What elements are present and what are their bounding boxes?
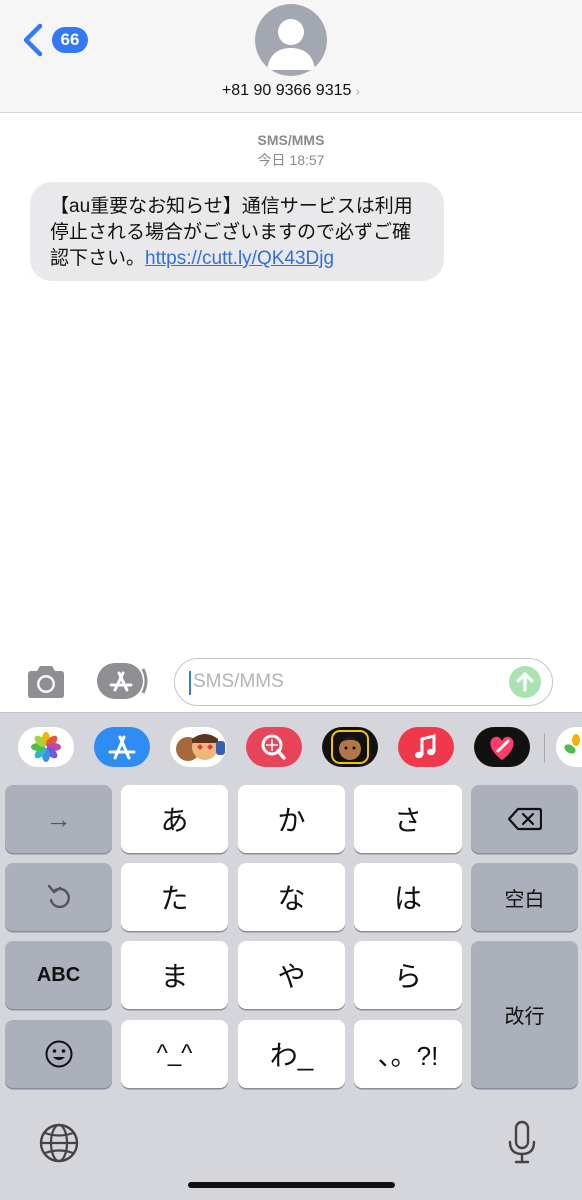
space-key[interactable]: 空白 [471,863,578,931]
key-label: か [277,805,306,836]
app-store-app-icon[interactable] [94,727,150,767]
back-button[interactable]: 66 [18,22,88,58]
message-link[interactable]: https://cutt.ly/QK43Djg [145,248,334,269]
key-label: 空白 [504,888,545,911]
smiley-icon [45,1040,72,1068]
key-label: た [160,883,189,914]
key-ta[interactable]: た [121,863,228,931]
camera-icon [28,666,64,698]
japanese-kana-keyboard: → あ か さ た な は 空白 ABC ま や ら 改行 ^_^ わ_ 、。?… [0,782,582,1200]
key-wa[interactable]: わ_ [238,1020,345,1088]
chevron-right-icon: › [355,83,361,99]
arrow-up-icon [516,672,534,692]
app-store-button[interactable] [97,661,149,701]
message-timestamp: 今日 18:57 [257,152,325,168]
microphone-icon [508,1120,536,1164]
next-candidate-key[interactable]: → [5,785,112,853]
conversation-header: 66 +81 90 9366 9315 › [0,0,582,113]
home-indicator[interactable] [188,1182,395,1188]
imessage-app-strip [0,712,582,783]
camera-button[interactable] [24,664,68,700]
music-app-icon[interactable] [398,727,454,767]
key-label: ABC [36,963,81,986]
digital-touch-app-icon[interactable] [474,727,530,767]
key-sa[interactable]: さ [354,785,462,853]
backspace-icon [507,807,542,831]
key-label: な [277,883,306,914]
key-label: 、。?! [377,1040,439,1071]
chevron-left-icon [23,23,43,57]
key-ma[interactable]: ま [121,941,228,1009]
incoming-message-bubble[interactable]: 【au重要なお知らせ】通信サービスは利用停止される場合がございますので必ずご確認… [30,182,444,281]
emoji-key[interactable] [5,1020,112,1088]
input-placeholder: SMS/MMS [193,671,284,692]
key-na[interactable]: な [238,863,345,931]
memoji-stickers-app-icon[interactable] [170,727,226,767]
key-label: は [393,883,422,914]
contact-number: +81 90 9366 9315 [221,82,352,99]
text-caret [189,671,191,695]
strip-divider [544,733,545,763]
app-store-icon [97,663,148,699]
photos-app-icon-partial[interactable] [556,727,582,767]
key-ya[interactable]: や [238,941,345,1009]
contact-name[interactable]: +81 90 9366 9315 › [0,80,582,102]
key-label: あ [160,805,189,836]
dictation-button[interactable] [506,1120,538,1166]
photos-app-icon[interactable] [18,727,74,767]
key-kaomoji[interactable]: ^_^ [121,1020,228,1088]
key-label: や [277,961,306,992]
key-label: ま [160,961,189,992]
contact-avatar[interactable] [255,4,327,76]
arrow-right-icon: → [45,803,72,834]
key-ka[interactable]: か [238,785,345,853]
key-label: さ [393,805,422,836]
key-label: わ_ [269,1040,314,1071]
globe-icon [39,1123,79,1163]
key-ha[interactable]: は [354,863,462,931]
key-a[interactable]: あ [121,785,228,853]
key-label: ^_^ [156,1040,193,1067]
key-punctuation[interactable]: 、。?! [354,1020,462,1088]
memoji-app-icon[interactable] [322,727,378,767]
key-label: 改行 [504,1006,545,1028]
key-label: ら [393,961,422,992]
delete-key[interactable] [471,785,578,853]
undo-icon [47,884,70,909]
unread-count-badge: 66 [52,27,88,53]
return-key[interactable]: 改行 [471,941,578,1088]
abc-key[interactable]: ABC [5,941,112,1009]
person-icon [267,19,315,70]
message-input[interactable]: SMS/MMS [174,658,553,706]
image-search-app-icon[interactable] [246,727,302,767]
key-ra[interactable]: ら [354,941,462,1009]
service-label: SMS/MMS [257,132,325,148]
send-button[interactable] [509,666,541,698]
globe-button[interactable] [38,1122,80,1164]
undo-key[interactable] [5,863,112,931]
